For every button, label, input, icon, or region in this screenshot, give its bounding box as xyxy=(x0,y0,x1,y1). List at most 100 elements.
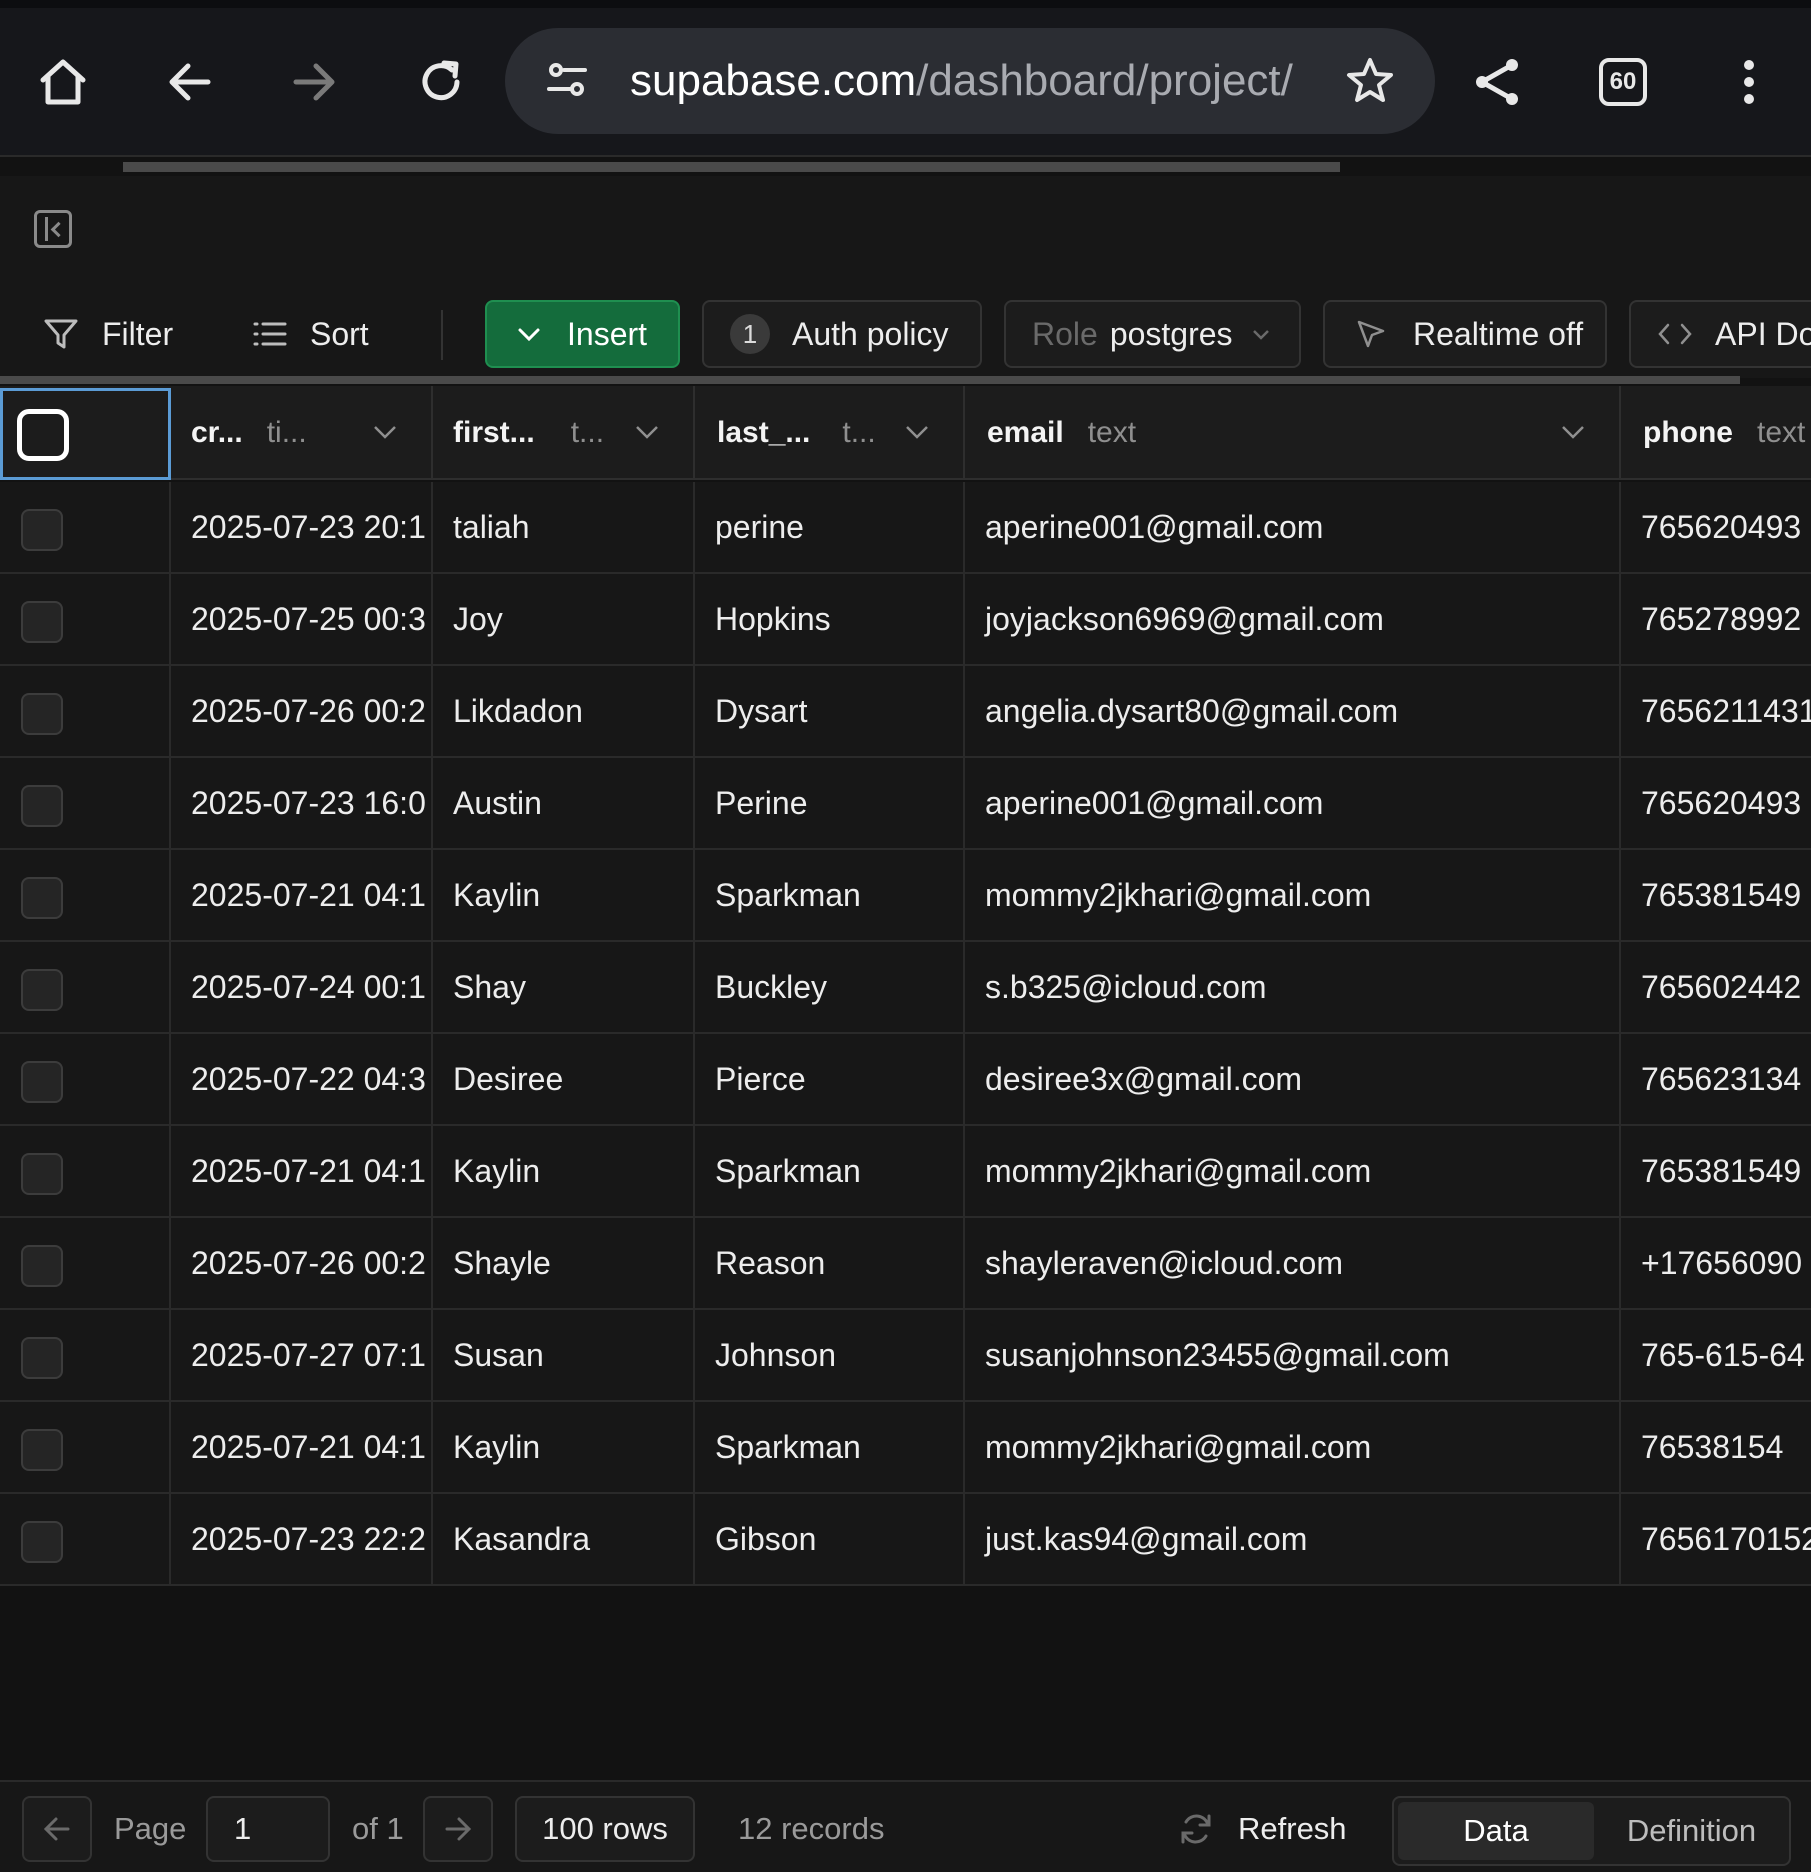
cell-last-name[interactable]: Buckley xyxy=(695,942,965,1032)
cell-created-at[interactable]: 2025-07-21 04:1 xyxy=(171,1126,433,1216)
row-checkbox[interactable] xyxy=(21,1337,63,1379)
cell-created-at[interactable]: 2025-07-27 07:1 xyxy=(171,1310,433,1400)
cell-last-name[interactable]: Gibson xyxy=(695,1494,965,1584)
row-checkbox[interactable] xyxy=(21,693,63,735)
tab-switcher-button[interactable]: 60 xyxy=(1591,50,1655,114)
realtime-toggle[interactable]: Realtime off xyxy=(1323,300,1607,368)
cell-email[interactable]: aperine001@gmail.com xyxy=(965,482,1621,572)
cell-last-name[interactable]: Sparkman xyxy=(695,1126,965,1216)
row-checkbox[interactable] xyxy=(21,785,63,827)
cell-created-at[interactable]: 2025-07-21 04:1 xyxy=(171,850,433,940)
row-select-cell[interactable] xyxy=(0,482,171,572)
cell-last-name[interactable]: perine xyxy=(695,482,965,572)
role-select[interactable]: Role postgres xyxy=(1004,300,1301,368)
table-row[interactable]: 2025-07-21 04:1 Kaylin Sparkman mommy2jkhar… xyxy=(0,1402,1811,1494)
row-checkbox[interactable] xyxy=(21,877,63,919)
filter-button[interactable]: Filter xyxy=(42,300,173,368)
table-row[interactable]: 2025-07-24 00:1 Shay Buckley s.b325@icloud.… xyxy=(0,942,1811,1034)
table-row[interactable]: 2025-07-25 00:3 Joy Hopkins joyjackson6969@… xyxy=(0,574,1811,666)
cell-phone[interactable]: 765620493 xyxy=(1621,758,1811,848)
cell-first-name[interactable]: Likdadon xyxy=(433,666,695,756)
address-bar[interactable]: supabase.com/dashboard/project/ xyxy=(505,28,1435,134)
cell-created-at[interactable]: 2025-07-23 20:1 xyxy=(171,482,433,572)
url-text[interactable]: supabase.com/dashboard/project/ xyxy=(630,53,1295,109)
row-select-cell[interactable] xyxy=(0,1494,171,1584)
cell-phone[interactable]: 765620493 xyxy=(1621,482,1811,572)
insert-button[interactable]: Insert xyxy=(485,300,680,368)
refresh-button[interactable]: Refresh xyxy=(1178,1796,1347,1862)
chevron-down-icon[interactable] xyxy=(1561,424,1585,440)
row-select-cell[interactable] xyxy=(0,850,171,940)
cell-phone[interactable]: 765623134 xyxy=(1621,1034,1811,1124)
table-row[interactable]: 2025-07-23 16:0 Austin Perine aperine001@gm… xyxy=(0,758,1811,850)
row-select-cell[interactable] xyxy=(0,1034,171,1124)
cell-phone[interactable]: 7656170152 xyxy=(1621,1494,1811,1584)
chevron-down-icon[interactable] xyxy=(373,424,397,440)
cell-email[interactable]: mommy2jkhari@gmail.com xyxy=(965,1126,1621,1216)
cell-last-name[interactable]: Perine xyxy=(695,758,965,848)
cell-first-name[interactable]: Shay xyxy=(433,942,695,1032)
bookmark-star-icon[interactable] xyxy=(1345,55,1395,105)
cell-last-name[interactable]: Pierce xyxy=(695,1034,965,1124)
row-checkbox[interactable] xyxy=(21,1153,63,1195)
prev-page-button[interactable] xyxy=(22,1796,92,1862)
table-row[interactable]: 2025-07-26 00:2 Likdadon Dysart angelia.dys… xyxy=(0,666,1811,758)
cell-email[interactable]: desiree3x@gmail.com xyxy=(965,1034,1621,1124)
cell-first-name[interactable]: Desiree xyxy=(433,1034,695,1124)
rows-per-page-select[interactable]: 100 rows xyxy=(515,1796,695,1862)
cell-email[interactable]: s.b325@icloud.com xyxy=(965,942,1621,1032)
row-checkbox[interactable] xyxy=(21,969,63,1011)
next-page-button[interactable] xyxy=(423,1796,493,1862)
cell-created-at[interactable]: 2025-07-26 00:2 xyxy=(171,666,433,756)
cell-first-name[interactable]: Kasandra xyxy=(433,1494,695,1584)
page-input[interactable]: 1 xyxy=(206,1796,330,1862)
cell-first-name[interactable]: Kaylin xyxy=(433,1402,695,1492)
cell-phone[interactable]: 7656211431 xyxy=(1621,666,1811,756)
table-row[interactable]: 2025-07-21 04:1 Kaylin Sparkman mommy2jkhar… xyxy=(0,1126,1811,1218)
cell-first-name[interactable]: Joy xyxy=(433,574,695,664)
cell-created-at[interactable]: 2025-07-21 04:1 xyxy=(171,1402,433,1492)
cell-last-name[interactable]: Reason xyxy=(695,1218,965,1308)
cell-created-at[interactable]: 2025-07-22 04:3 xyxy=(171,1034,433,1124)
row-select-cell[interactable] xyxy=(0,1126,171,1216)
cell-phone[interactable]: 765-615-64 xyxy=(1621,1310,1811,1400)
cell-first-name[interactable]: Kaylin xyxy=(433,1126,695,1216)
forward-button[interactable] xyxy=(283,50,347,114)
cell-first-name[interactable]: Shayle xyxy=(433,1218,695,1308)
sort-button[interactable]: Sort xyxy=(252,300,369,368)
cell-last-name[interactable]: Johnson xyxy=(695,1310,965,1400)
table-row[interactable]: 2025-07-23 20:1 taliah perine aperine001@gm… xyxy=(0,482,1811,574)
cell-first-name[interactable]: Austin xyxy=(433,758,695,848)
row-select-cell[interactable] xyxy=(0,666,171,756)
api-docs-button[interactable]: API Do xyxy=(1629,300,1811,368)
cell-created-at[interactable]: 2025-07-26 00:2 xyxy=(171,1218,433,1308)
row-select-cell[interactable] xyxy=(0,1402,171,1492)
cell-created-at[interactable]: 2025-07-23 16:0 xyxy=(171,758,433,848)
cell-phone[interactable]: 765602442 xyxy=(1621,942,1811,1032)
select-all-cell[interactable] xyxy=(0,388,171,480)
cell-created-at[interactable]: 2025-07-23 22:2 xyxy=(171,1494,433,1584)
column-header-first-name[interactable]: first... t... xyxy=(433,386,695,480)
row-select-cell[interactable] xyxy=(0,1218,171,1308)
tab-data[interactable]: Data xyxy=(1398,1802,1594,1860)
reload-button[interactable] xyxy=(409,50,473,114)
row-checkbox[interactable] xyxy=(21,1429,63,1471)
cell-email[interactable]: susanjohnson23455@gmail.com xyxy=(965,1310,1621,1400)
cell-phone[interactable]: 765278992 xyxy=(1621,574,1811,664)
horizontal-scrollbar[interactable] xyxy=(0,376,1740,384)
column-header-phone[interactable]: phone text xyxy=(1621,386,1811,480)
row-select-cell[interactable] xyxy=(0,942,171,1032)
cell-email[interactable]: shayleraven@icloud.com xyxy=(965,1218,1621,1308)
row-select-cell[interactable] xyxy=(0,758,171,848)
back-button[interactable] xyxy=(157,50,221,114)
table-row[interactable]: 2025-07-22 04:3 Desiree Pierce desiree3x@gm… xyxy=(0,1034,1811,1126)
chevron-down-icon[interactable] xyxy=(635,424,659,440)
row-select-cell[interactable] xyxy=(0,574,171,664)
row-checkbox[interactable] xyxy=(21,1245,63,1287)
cell-last-name[interactable]: Sparkman xyxy=(695,850,965,940)
cell-last-name[interactable]: Sparkman xyxy=(695,1402,965,1492)
row-select-cell[interactable] xyxy=(0,1310,171,1400)
cell-first-name[interactable]: Kaylin xyxy=(433,850,695,940)
column-header-last-name[interactable]: last_... t... xyxy=(695,386,965,480)
cell-phone[interactable]: +17656090 xyxy=(1621,1218,1811,1308)
